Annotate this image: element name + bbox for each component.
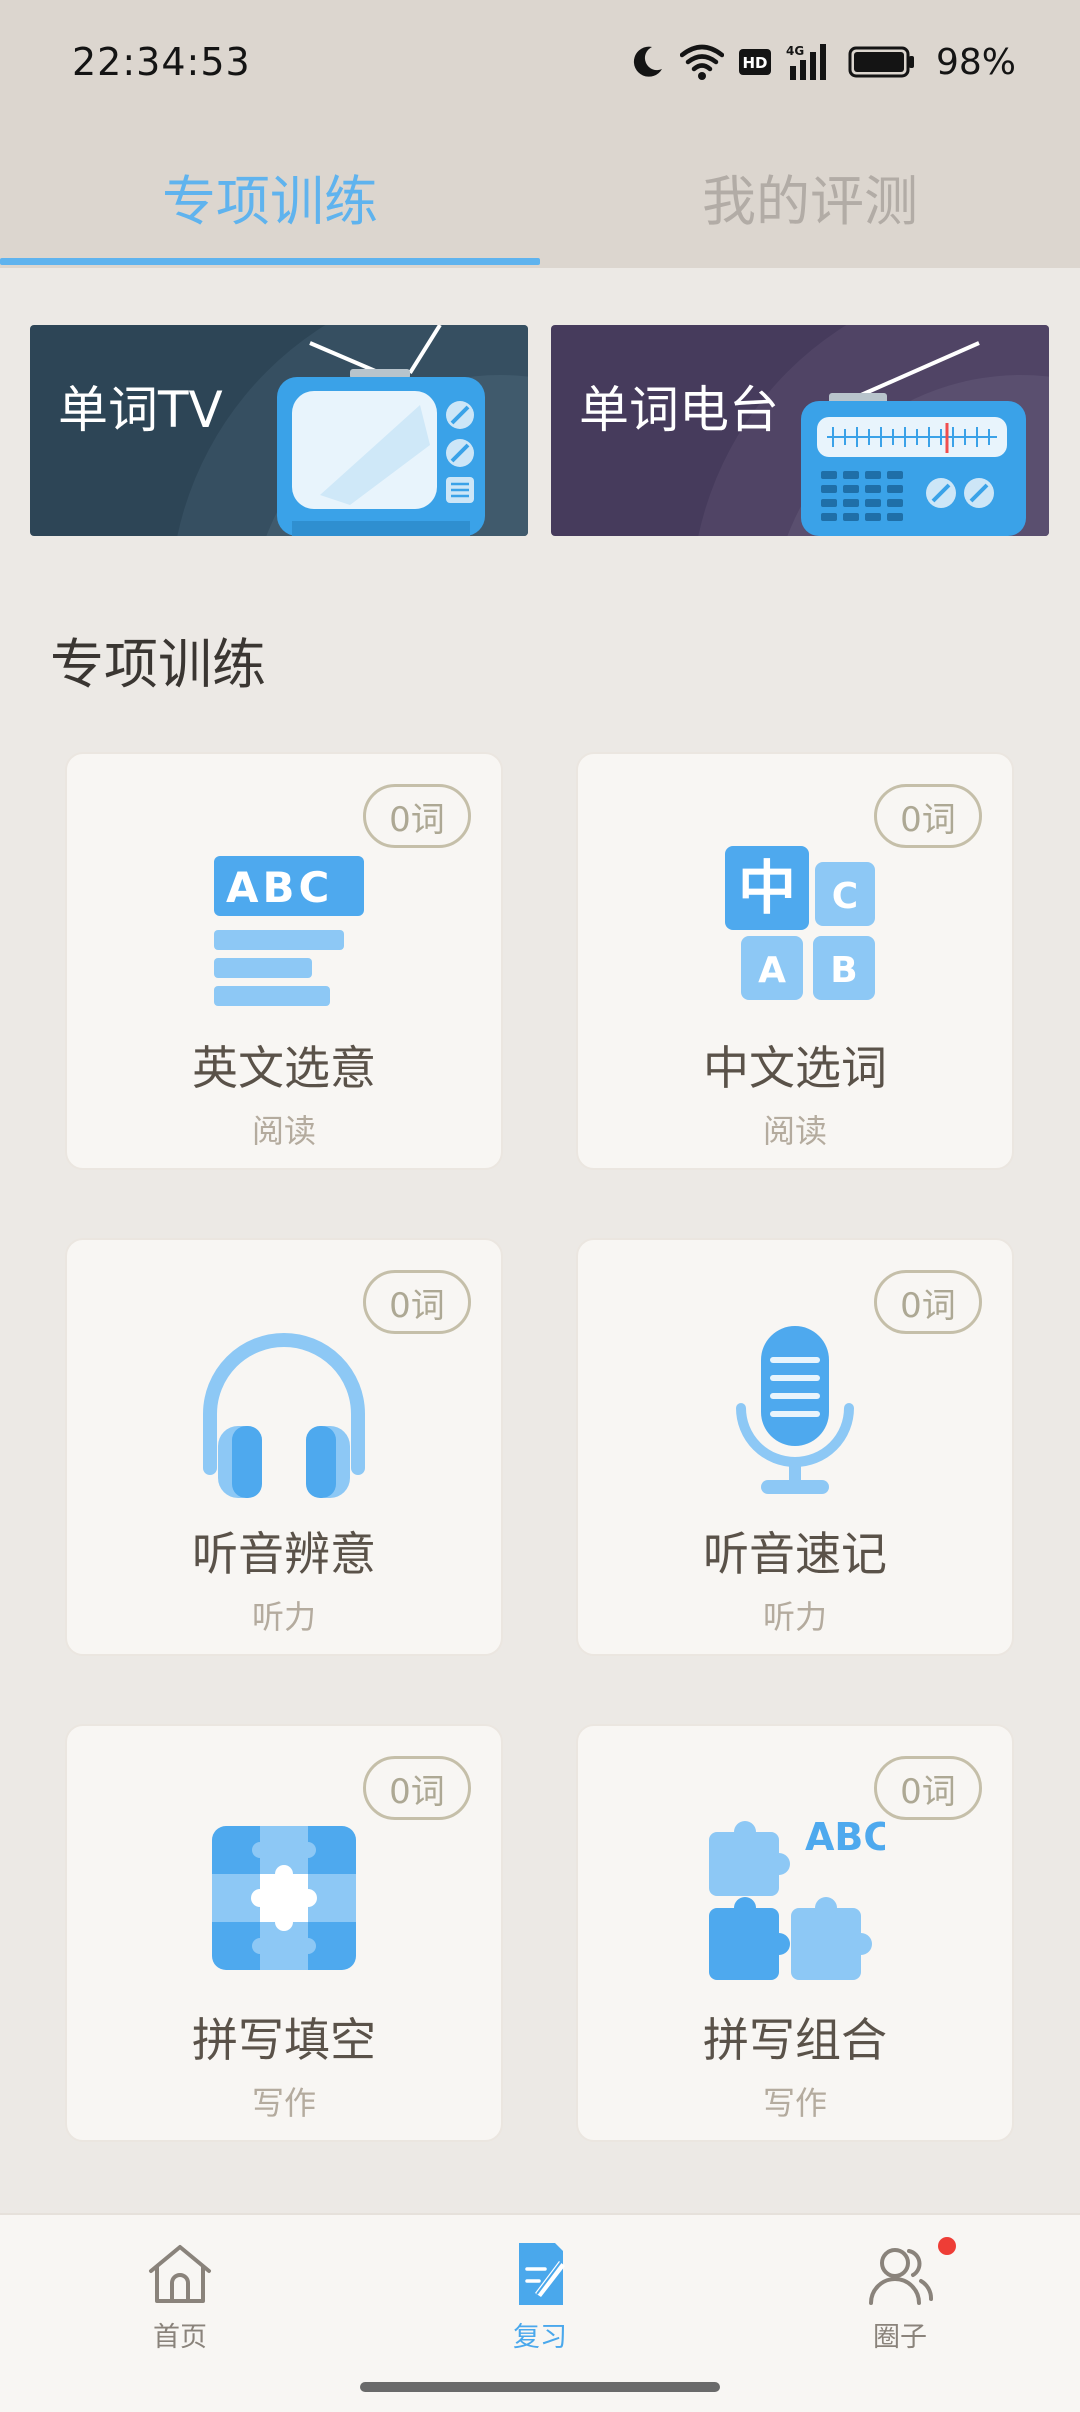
hd-label: HD xyxy=(742,54,767,72)
word-tv-label: 单词TV xyxy=(58,381,223,439)
word-count-badge: 0词 xyxy=(363,784,471,848)
word-radio-banner[interactable]: 单词电台 xyxy=(551,325,1049,536)
puzzle-abc-icon: ABC xyxy=(705,1804,885,1984)
people-icon xyxy=(869,2248,933,2305)
signal-icon: 4G xyxy=(786,42,834,82)
network-label: 4G xyxy=(786,44,804,58)
nav-circle-label: 圈子 xyxy=(873,2322,927,2353)
abc-lines-icon: ABC xyxy=(194,832,374,1012)
card-title: 拼写组合 xyxy=(703,2013,887,2067)
word-count-badge: 0词 xyxy=(874,784,982,848)
battery-percent: 98% xyxy=(935,41,1016,83)
card-spelling-combine[interactable]: 0词 ABC 拼写组合 写作 xyxy=(576,1724,1014,2142)
card-subtitle: 写作 xyxy=(762,2084,827,2122)
tab-my-assessment[interactable]: 我的评测 xyxy=(540,124,1080,268)
puzzle-grid-icon xyxy=(194,1804,374,1984)
card-title: 英文选意 xyxy=(192,1041,376,1095)
card-subtitle: 听力 xyxy=(251,1598,316,1636)
moon-icon xyxy=(628,43,666,81)
chinese-blocks-icon: 中 C A B xyxy=(705,832,885,1012)
section-title: 专项训练 xyxy=(50,633,266,696)
card-subtitle: 阅读 xyxy=(762,1112,827,1150)
card-subtitle: 写作 xyxy=(251,2084,316,2122)
card-listen-distinguish-meaning[interactable]: 0词 听音辨意 听力 xyxy=(65,1238,503,1656)
nav-circle[interactable]: 圈子 xyxy=(750,2215,1050,2365)
tab-special-training[interactable]: 专项训练 xyxy=(0,124,540,268)
status-time: 22:34:53 xyxy=(72,40,251,84)
status-bar: 22:34:53 HD 4G 98% xyxy=(0,0,1080,124)
card-title: 听音辨意 xyxy=(192,1527,376,1581)
card-title: 听音速记 xyxy=(703,1527,887,1581)
word-tv-banner[interactable]: 单词TV xyxy=(30,325,528,536)
zhong-text: 中 xyxy=(738,854,796,922)
notification-dot xyxy=(938,2237,956,2255)
b-text: B xyxy=(830,950,857,991)
home-indicator-bar[interactable] xyxy=(360,2382,720,2392)
nav-home-label: 首页 xyxy=(153,2322,207,2353)
microphone-icon xyxy=(705,1318,885,1498)
nav-home[interactable]: 首页 xyxy=(30,2215,330,2365)
word-count-badge: 0词 xyxy=(363,1270,471,1334)
bottom-nav: 首页 复习 圈子 xyxy=(0,2213,1080,2363)
gesture-area xyxy=(0,2363,1080,2412)
abc-text: ABC xyxy=(226,863,333,912)
card-title: 中文选词 xyxy=(703,1041,887,1095)
headphones-icon xyxy=(194,1318,374,1498)
card-chinese-choose-word[interactable]: 0词 中 C A B 中文选词 阅读 xyxy=(576,752,1014,1170)
active-tab-indicator xyxy=(0,258,540,265)
word-count-badge: 0词 xyxy=(363,1756,471,1820)
home-icon xyxy=(149,2245,211,2303)
a-text: A xyxy=(758,950,786,991)
word-count-badge: 0词 xyxy=(874,1270,982,1334)
card-title: 拼写填空 xyxy=(192,2013,376,2067)
nav-review[interactable]: 复习 xyxy=(390,2215,690,2365)
tab-bar: 专项训练 我的评测 xyxy=(0,124,1080,268)
review-icon xyxy=(519,2243,565,2305)
card-spelling-fill-blank[interactable]: 0词 拼写填空 写作 xyxy=(65,1724,503,2142)
card-subtitle: 听力 xyxy=(762,1598,827,1636)
wifi-icon xyxy=(679,43,724,81)
word-count-badge: 0词 xyxy=(874,1756,982,1820)
abc-text: ABC xyxy=(805,1815,885,1859)
word-radio-label: 单词电台 xyxy=(579,381,779,439)
nav-review-label: 复习 xyxy=(513,2322,567,2353)
status-icons: HD 4G 98% xyxy=(628,38,1016,86)
card-english-choose-meaning[interactable]: 0词 ABC 英文选意 阅读 xyxy=(65,752,503,1170)
c-text: C xyxy=(832,876,858,917)
header: 22:34:53 HD 4G 98% 专项训练 我的评测 xyxy=(0,0,1080,268)
card-listen-quick-memo[interactable]: 0词 听音速记 听力 xyxy=(576,1238,1014,1656)
battery-icon xyxy=(848,45,916,79)
card-subtitle: 阅读 xyxy=(251,1112,316,1150)
review-page: 22:34:53 HD 4G 98% 专项训练 我的评测 单词TV 单词电台 专… xyxy=(0,0,1080,2412)
hd-icon: HD xyxy=(738,47,772,77)
